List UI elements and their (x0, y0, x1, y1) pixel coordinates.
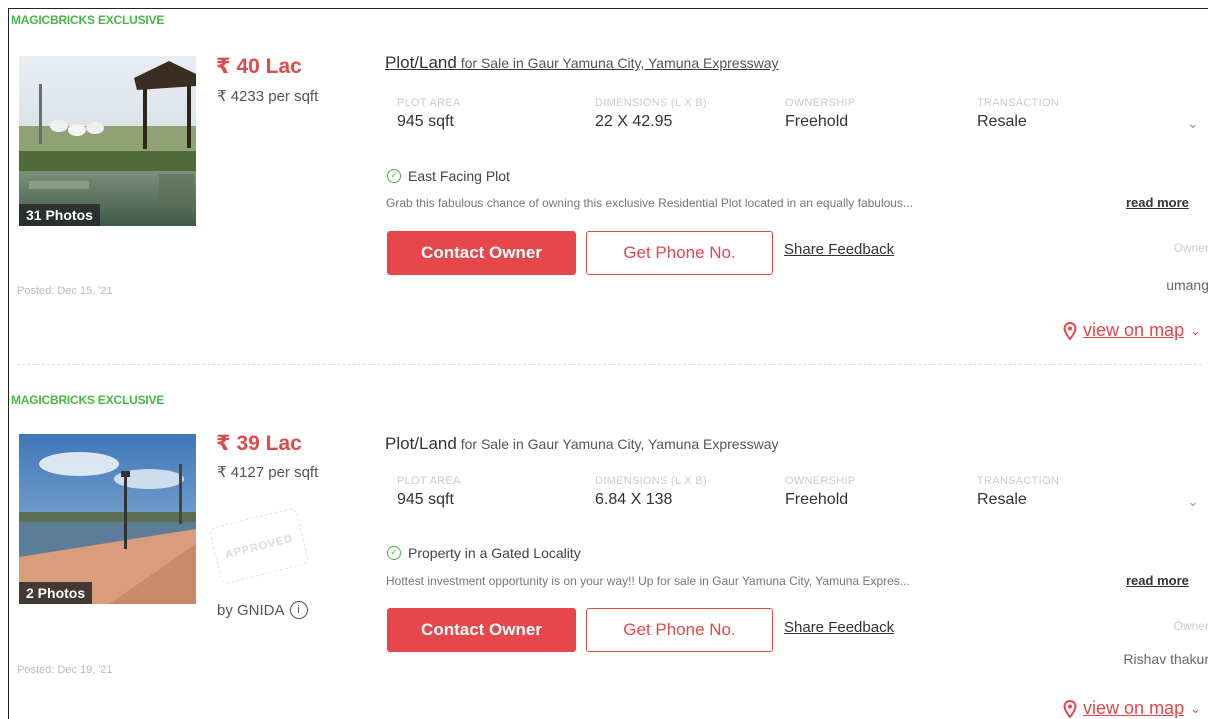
chevron-down-icon[interactable]: ⌄ (1187, 115, 1199, 132)
attr-value: 22 X 42.95 (595, 113, 673, 130)
chevron-down-icon: ⌄ (1190, 700, 1201, 716)
highlight-text: East Facing Plot (408, 168, 510, 184)
attr-ownership: OWNERSHIP Freehold (785, 475, 856, 509)
view-on-map-text: view on map (1083, 698, 1185, 718)
park-photo-graphic (19, 56, 196, 226)
price: ₹ 40 Lac (216, 55, 302, 78)
attr-value: Resale (977, 113, 1027, 130)
contact-owner-button[interactable]: Contact Owner (387, 231, 576, 275)
attr-transaction: TRANSACTION Resale (977, 97, 1059, 131)
attr-dimensions: DIMENSIONS (L X B) 22 X 42.95 (595, 97, 707, 131)
read-more-link[interactable]: read more (1126, 573, 1189, 588)
attr-label: DIMENSIONS (L X B) (595, 97, 707, 109)
listing-feed: MAGICBRICKS EXCLUSIVE 31 Photos Posted: … (8, 8, 1208, 719)
get-phone-button[interactable]: Get Phone No. (586, 608, 773, 652)
contact-owner-button[interactable]: Contact Owner (387, 608, 576, 652)
exclusive-badge: MAGICBRICKS EXCLUSIVE (11, 13, 165, 27)
title-property-type: Plot/Land (385, 434, 457, 453)
highlight-text: Property in a Gated Locality (408, 545, 581, 561)
attr-ownership: OWNERSHIP Freehold (785, 97, 856, 131)
view-on-map-link[interactable]: view on map ⌄ (1063, 320, 1201, 341)
listing-title-link[interactable]: Plot/Land for Sale in Gaur Yamuna City, … (385, 53, 778, 73)
attr-plot-area: PLOT AREA 945 sqft (397, 97, 461, 131)
attr-label: TRANSACTION (977, 97, 1060, 109)
read-more-link[interactable]: read more (1126, 195, 1189, 210)
view-on-map-link[interactable]: view on map ⌄ (1063, 698, 1201, 719)
attr-label: OWNERSHIP (785, 97, 856, 109)
price: ₹ 39 Lac (216, 432, 302, 455)
posted-date: Posted: Dec 19, '21 (17, 664, 113, 676)
title-property-type: Plot/Land (385, 53, 457, 72)
approved-stamp: APPROVED (208, 506, 310, 586)
lake-photo-graphic (19, 434, 196, 604)
approval-authority: by GNIDA i (217, 601, 308, 619)
highlight: ✓ East Facing Plot (387, 168, 510, 184)
attr-value: Resale (977, 491, 1027, 508)
attr-plot-area: PLOT AREA 945 sqft (397, 475, 461, 509)
posted-date: Posted: Dec 15, '21 (17, 285, 113, 297)
map-pin-icon (1063, 699, 1077, 718)
property-photo[interactable]: 2 Photos (19, 434, 196, 604)
exclusive-badge: MAGICBRICKS EXCLUSIVE (11, 393, 165, 407)
listing-divider (17, 364, 1202, 365)
attr-label: TRANSACTION (977, 475, 1060, 487)
attr-label: DIMENSIONS (L X B) (595, 475, 707, 487)
description: Grab this fabulous chance of owning this… (386, 196, 913, 210)
attr-label: PLOT AREA (397, 97, 461, 109)
property-photo[interactable]: 31 Photos (19, 56, 196, 226)
chevron-down-icon[interactable]: ⌄ (1187, 493, 1199, 510)
attr-transaction: TRANSACTION Resale (977, 475, 1059, 509)
title-location: for Sale in Gaur Yamuna City, Yamuna Exp… (456, 55, 779, 71)
map-pin-icon (1063, 321, 1077, 340)
share-feedback-link[interactable]: Share Feedback (784, 241, 894, 258)
owner-name: umang (1166, 277, 1208, 293)
view-on-map-text: view on map (1083, 320, 1185, 340)
price-per-sqft: ₹ 4233 per sqft (217, 88, 319, 105)
attr-value: Freehold (785, 491, 849, 508)
listing-card: MAGICBRICKS EXCLUSIVE 31 Photos Posted: … (9, 9, 1208, 364)
price-per-sqft: ₹ 4127 per sqft (217, 464, 319, 481)
photo-count-badge[interactable]: 31 Photos (19, 204, 100, 226)
attr-label: OWNERSHIP (785, 475, 856, 487)
attr-value: 945 sqft (397, 113, 454, 130)
approval-text: by GNIDA (217, 601, 285, 619)
get-phone-button[interactable]: Get Phone No. (586, 231, 773, 275)
owner-label: Owner (1173, 241, 1208, 255)
listing-card: MAGICBRICKS EXCLUSIVE 2 Photos APPROVED … (9, 389, 1208, 719)
chevron-down-icon: ⌄ (1190, 322, 1201, 338)
photo-count-badge[interactable]: 2 Photos (19, 582, 93, 604)
highlight: ✓ Property in a Gated Locality (387, 545, 581, 561)
check-circle-icon: ✓ (387, 169, 401, 183)
owner-name: Rishav thakur (1123, 651, 1208, 667)
share-feedback-link[interactable]: Share Feedback (784, 619, 894, 636)
attr-value: Freehold (785, 113, 849, 130)
attr-value: 945 sqft (397, 491, 454, 508)
description: Hottest investment opportunity is on you… (386, 574, 910, 588)
attr-label: PLOT AREA (397, 475, 461, 487)
info-icon[interactable]: i (289, 601, 308, 619)
attr-value: 6.84 X 138 (595, 491, 673, 508)
attr-dimensions: DIMENSIONS (L X B) 6.84 X 138 (595, 475, 707, 509)
listing-title-link[interactable]: Plot/Land for Sale in Gaur Yamuna City, … (385, 434, 778, 454)
title-location: for Sale in Gaur Yamuna City, Yamuna Exp… (456, 436, 779, 452)
owner-label: Owner (1173, 619, 1208, 633)
check-circle-icon: ✓ (387, 546, 401, 560)
